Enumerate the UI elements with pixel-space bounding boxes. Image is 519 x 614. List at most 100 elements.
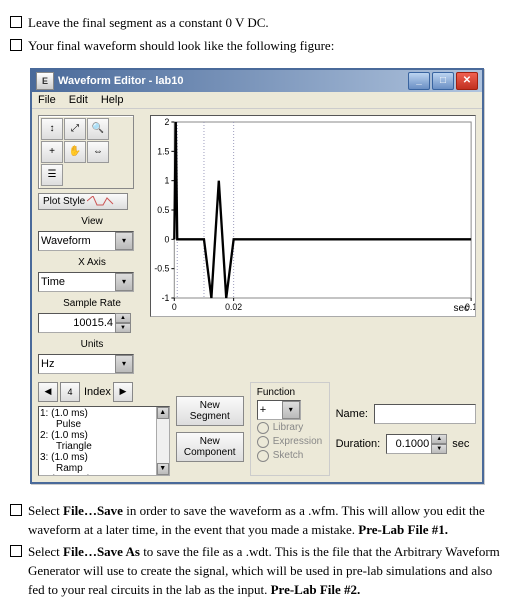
tool-menu-icon[interactable]: ☰ bbox=[41, 164, 63, 186]
samplerate-input[interactable]: 10015.4 ▲ ▼ bbox=[38, 313, 130, 333]
waveform-editor-window: E Waveform Editor - lab10 _ □ ✕ File Edi… bbox=[30, 68, 484, 484]
units-value: Hz bbox=[41, 358, 54, 370]
minimize-button[interactable]: _ bbox=[408, 72, 430, 90]
list-item[interactable]: Pulse bbox=[40, 419, 168, 430]
svg-text:0.02: 0.02 bbox=[225, 302, 242, 312]
left-panel: ↕ ⤢ 🔍 + ✋ ⇔ ☰ Plot Style View Waveform ▾ bbox=[38, 115, 146, 374]
radio-expression: Expression bbox=[257, 436, 323, 448]
xaxis-label: X Axis bbox=[38, 257, 146, 268]
maximize-button[interactable]: □ bbox=[432, 72, 454, 90]
titlebar: E Waveform Editor - lab10 _ □ ✕ bbox=[32, 70, 482, 92]
cursor-toolbar: ↕ ⤢ 🔍 + ✋ ⇔ ☰ bbox=[38, 115, 134, 189]
units-select[interactable]: Hz ▾ bbox=[38, 354, 134, 374]
menu-file[interactable]: File bbox=[38, 94, 56, 106]
plot-svg: -1-0.500.511.5200.020.1 bbox=[151, 116, 475, 316]
spin-down-icon[interactable]: ▼ bbox=[431, 444, 447, 454]
index-value[interactable]: 4 bbox=[60, 382, 80, 402]
bullet-box-icon bbox=[10, 545, 22, 557]
tool-zoom-icon[interactable]: ⤢ bbox=[64, 118, 86, 140]
properties-panel: Name: Duration: 0.1000 ▲ ▼ sec bbox=[336, 382, 476, 476]
function-select[interactable]: + ▾ bbox=[257, 400, 301, 420]
spin-down-icon[interactable]: ▼ bbox=[115, 323, 131, 333]
new-component-button[interactable]: New Component bbox=[176, 432, 244, 462]
list-item[interactable]: 1: (1.0 ms) bbox=[40, 408, 168, 419]
svg-text:1.5: 1.5 bbox=[157, 146, 169, 156]
plot-style-label: Plot Style bbox=[43, 196, 85, 207]
duration-unit: sec bbox=[452, 438, 469, 450]
menu-edit[interactable]: Edit bbox=[69, 94, 88, 106]
tool-scale-icon[interactable]: ⇔ bbox=[87, 141, 109, 163]
duration-value: 0.1000 bbox=[387, 438, 431, 450]
radio-icon bbox=[257, 436, 269, 448]
tool-plus-icon[interactable]: + bbox=[41, 141, 63, 163]
menubar: File Edit Help bbox=[32, 92, 482, 109]
list-item[interactable]: 4: (100 ms) bbox=[40, 474, 168, 476]
bullet-box-icon bbox=[10, 16, 22, 28]
duration-label: Duration: bbox=[336, 438, 381, 450]
segment-listbox[interactable]: 1: (1.0 ms) Pulse 2: (1.0 ms) Triangle 3… bbox=[38, 406, 170, 476]
svg-text:-0.5: -0.5 bbox=[154, 263, 169, 273]
segment-list-panel: ◀ 4 Index ▶ 1: (1.0 ms) Pulse 2: (1.0 ms… bbox=[38, 382, 170, 476]
svg-text:0: 0 bbox=[172, 302, 177, 312]
spin-up-icon[interactable]: ▲ bbox=[431, 434, 447, 444]
function-panel: Function + ▾ Library Expression Sketch bbox=[250, 382, 330, 476]
view-value: Waveform bbox=[41, 235, 91, 247]
new-segment-button[interactable]: New Segment bbox=[176, 396, 244, 426]
samplerate-value: 10015.4 bbox=[39, 317, 115, 329]
scroll-down-icon[interactable]: ▼ bbox=[157, 463, 169, 475]
chevron-down-icon: ▾ bbox=[115, 273, 133, 291]
svg-text:1: 1 bbox=[165, 175, 170, 185]
window-title: Waveform Editor - lab10 bbox=[58, 75, 408, 87]
tool-cursor-icon[interactable]: ↕ bbox=[41, 118, 63, 140]
duration-input[interactable]: 0.1000 ▲ ▼ bbox=[386, 434, 446, 454]
index-next-button[interactable]: ▶ bbox=[113, 382, 133, 402]
chevron-down-icon: ▾ bbox=[115, 232, 133, 250]
bullet-box-icon bbox=[10, 504, 22, 516]
scroll-up-icon[interactable]: ▲ bbox=[157, 407, 169, 419]
bullet-text: Select File…Save in order to save the wa… bbox=[28, 502, 509, 540]
doc-bullet-2: Your final waveform should look like the… bbox=[10, 37, 509, 56]
segment-buttons: New Segment New Component bbox=[176, 382, 244, 476]
x-unit-label: sec bbox=[453, 303, 469, 314]
bullet-text: Leave the final segment as a constant 0 … bbox=[28, 14, 509, 33]
list-item[interactable]: 2: (1.0 ms) bbox=[40, 430, 168, 441]
menu-help[interactable]: Help bbox=[101, 94, 124, 106]
xaxis-select[interactable]: Time ▾ bbox=[38, 272, 134, 292]
name-label: Name: bbox=[336, 408, 368, 420]
list-item[interactable]: Ramp bbox=[40, 463, 168, 474]
doc-bullet-4: Select File…Save As to save the file as … bbox=[10, 543, 509, 600]
chevron-down-icon: ▾ bbox=[282, 401, 300, 419]
view-select[interactable]: Waveform ▾ bbox=[38, 231, 134, 251]
tool-magnify-icon[interactable]: 🔍 bbox=[87, 118, 109, 140]
index-prev-button[interactable]: ◀ bbox=[38, 382, 58, 402]
xaxis-value: Time bbox=[41, 276, 65, 288]
radio-sketch: Sketch bbox=[257, 450, 323, 462]
app-icon: E bbox=[36, 72, 54, 90]
radio-library: Library bbox=[257, 422, 323, 434]
index-label: Index bbox=[84, 386, 111, 398]
units-label: Units bbox=[38, 339, 146, 350]
waveform-plot: -1-0.500.511.5200.020.1 sec bbox=[150, 115, 476, 317]
scroll-track[interactable] bbox=[157, 419, 169, 463]
bullet-box-icon bbox=[10, 39, 22, 51]
radio-icon bbox=[257, 422, 269, 434]
bullet-text: Your final waveform should look like the… bbox=[28, 37, 509, 56]
function-label: Function bbox=[257, 387, 323, 398]
name-input[interactable] bbox=[374, 404, 476, 424]
view-label: View bbox=[38, 216, 146, 227]
bullet-text: Select File…Save As to save the file as … bbox=[28, 543, 509, 600]
close-button[interactable]: ✕ bbox=[456, 72, 478, 90]
chevron-down-icon: ▾ bbox=[115, 355, 133, 373]
spin-up-icon[interactable]: ▲ bbox=[115, 313, 131, 323]
svg-text:-1: -1 bbox=[162, 293, 170, 303]
doc-bullet-1: Leave the final segment as a constant 0 … bbox=[10, 14, 509, 33]
function-value: + bbox=[260, 404, 266, 416]
list-item[interactable]: 3: (1.0 ms) bbox=[40, 452, 168, 463]
tool-hand-icon[interactable]: ✋ bbox=[64, 141, 86, 163]
svg-text:0.5: 0.5 bbox=[157, 205, 169, 215]
plot-style-button[interactable]: Plot Style bbox=[38, 193, 128, 210]
list-item[interactable]: Triangle bbox=[40, 441, 168, 452]
scrollbar-vertical[interactable]: ▲ ▼ bbox=[156, 407, 169, 475]
doc-bullet-3: Select File…Save in order to save the wa… bbox=[10, 502, 509, 540]
samplerate-label: Sample Rate bbox=[38, 298, 146, 309]
